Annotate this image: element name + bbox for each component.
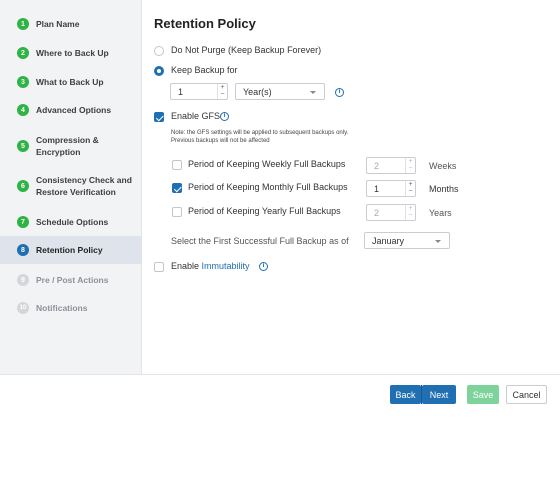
retention-policy-panel: Retention Policy Do Not Purge (Keep Back… [154,0,560,374]
increment-icon[interactable]: + [406,205,415,212]
gfs-note-line-2: Previous backups will not be affected [171,138,270,144]
enable-immutability-checkbox[interactable] [154,262,164,272]
immutability-link[interactable]: Immutability [202,261,250,271]
decrement-icon[interactable]: − [406,165,415,172]
decrement-icon[interactable]: − [218,91,227,98]
step-pre-post-actions[interactable]: 9 Pre / Post Actions [0,272,142,288]
weekly-unit-label: Weeks [429,161,457,171]
step-label: Retention Policy [36,245,103,255]
first-backup-month-value: January [372,236,405,246]
yearly-period-stepper[interactable]: 2 + − [366,204,416,221]
step-number-3: 3 [17,76,29,88]
step-label: Consistency Check and Restore Verificati… [36,175,132,197]
stepper-arrows: + − [405,181,415,196]
yearly-unit-label: Years [429,208,452,218]
step-notifications[interactable]: 10 Notifications [0,300,142,316]
gfs-note-line-1: Note: the GFS settings will be applied t… [171,130,349,136]
step-where-to-back-up[interactable]: 2 Where to Back Up [0,45,142,61]
immutability-prefix: Enable [171,261,202,271]
increment-icon[interactable]: + [218,84,227,91]
wizard-footer: Back Next Save Cancel [0,374,560,410]
yearly-gfs-checkbox[interactable] [172,207,182,217]
stepper-arrows: + − [217,84,227,99]
step-label: What to Back Up [36,77,104,87]
step-number-6: 6 [17,180,29,192]
step-label: Notifications [36,303,88,313]
enable-gfs-label: Enable GFS [171,111,221,121]
step-compression-encryption[interactable]: 5 Compression & Encryption [0,133,142,159]
stepper-arrows: + − [405,158,415,173]
step-label: Where to Back Up [36,48,109,58]
decrement-icon[interactable]: − [406,212,415,219]
do-not-purge-radio[interactable] [154,46,164,56]
step-plan-name[interactable]: 1 Plan Name [0,16,142,32]
backup-plan-wizard: 1 Plan Name 2 Where to Back Up 3 What to… [0,0,560,410]
step-number-7: 7 [17,216,29,228]
increment-icon[interactable]: + [406,181,415,188]
keep-backup-duration-stepper[interactable]: 1 + − [170,83,228,100]
yearly-period-value: 2 [374,208,380,218]
keep-backup-unit-value: Year(s) [243,87,272,97]
step-advanced-options[interactable]: 4 Advanced Options [0,102,142,118]
first-backup-month-select[interactable]: January [364,232,450,249]
keep-backup-label: Keep Backup for [171,65,238,75]
stepper-arrows: + − [405,205,415,220]
step-number-5: 5 [17,140,29,152]
step-retention-policy[interactable]: 8 Retention Policy [0,236,142,264]
gfs-info-icon[interactable]: i [220,112,229,121]
weekly-gfs-checkbox[interactable] [172,160,182,170]
back-button[interactable]: Back [390,385,421,404]
decrement-icon[interactable]: − [406,188,415,195]
monthly-period-value: 1 [374,184,380,194]
step-label: Schedule Options [36,217,109,227]
step-consistency-check[interactable]: 6 Consistency Check and Restore Verifica… [0,173,142,199]
monthly-period-stepper[interactable]: 1 + − [366,180,416,197]
keep-backup-unit-select[interactable]: Year(s) [235,83,325,100]
enable-gfs-checkbox[interactable] [154,112,164,122]
step-number-9: 9 [17,274,29,286]
step-label: Plan Name [36,19,80,29]
step-what-to-back-up[interactable]: 3 What to Back Up [0,74,142,90]
immutability-info-icon[interactable]: i [259,262,268,271]
monthly-gfs-label: Period of Keeping Monthly Full Backups [188,182,348,192]
do-not-purge-label: Do Not Purge (Keep Backup Forever) [171,45,322,55]
next-button[interactable]: Next [422,385,456,404]
step-number-1: 1 [17,18,29,30]
chevron-down-icon [310,91,316,94]
keep-backup-radio[interactable] [154,66,164,76]
step-label: Pre / Post Actions [36,275,109,285]
step-label: Advanced Options [36,105,112,115]
chevron-down-icon [435,240,441,243]
weekly-period-stepper[interactable]: 2 + − [366,157,416,174]
step-number-10: 10 [17,302,29,314]
monthly-gfs-checkbox[interactable] [172,183,182,193]
monthly-unit-label: Months [429,184,459,194]
step-number-2: 2 [17,47,29,59]
step-number-8: 8 [17,244,29,256]
first-backup-label: Select the First Successful Full Backup … [171,236,349,246]
increment-icon[interactable]: + [406,158,415,165]
page-title: Retention Policy [154,16,256,31]
cancel-button[interactable]: Cancel [506,385,547,404]
step-number-4: 4 [17,104,29,116]
keep-backup-info-icon[interactable]: i [335,88,344,97]
step-schedule-options[interactable]: 7 Schedule Options [0,214,142,230]
enable-immutability-label: Enable Immutability [171,261,250,271]
wizard-steps-sidebar: 1 Plan Name 2 Where to Back Up 3 What to… [0,0,142,374]
yearly-gfs-label: Period of Keeping Yearly Full Backups [188,206,341,216]
weekly-period-value: 2 [374,161,380,171]
weekly-gfs-label: Period of Keeping Weekly Full Backups [188,159,346,169]
keep-backup-value: 1 [178,87,184,97]
step-label: Compression & Encryption [36,135,99,157]
save-button[interactable]: Save [467,385,499,404]
